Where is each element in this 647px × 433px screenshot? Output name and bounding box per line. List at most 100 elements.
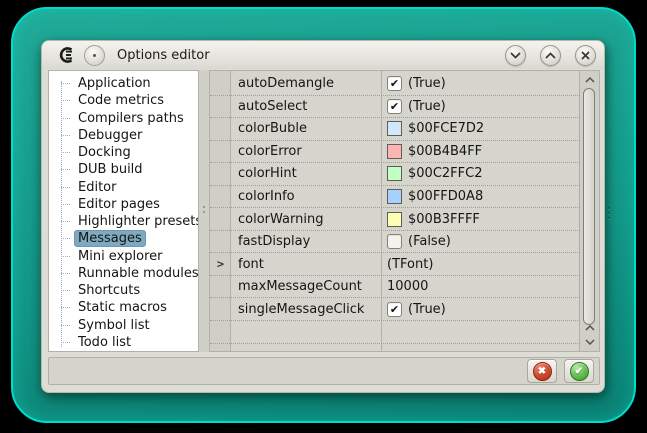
sidebar-item-label: Compilers paths xyxy=(74,110,188,127)
property-value: $00FCE7D2 xyxy=(381,118,580,140)
sidebar-item-dub-build[interactable]: DUB build xyxy=(61,161,198,178)
property-row-colorBuble[interactable]: colorBuble$00FCE7D2 xyxy=(210,118,580,141)
color-swatch[interactable] xyxy=(387,212,402,227)
chevron-up-icon xyxy=(585,77,595,83)
row-gutter xyxy=(210,141,231,163)
checkbox-checked[interactable]: ✔ xyxy=(387,76,402,91)
sidebar-item-compilers-paths[interactable]: Compilers paths xyxy=(61,110,198,127)
panel-splitter[interactable] xyxy=(199,70,209,352)
property-value: $00FFD0A8 xyxy=(381,186,580,208)
sidebar-item-label: Static macros xyxy=(74,299,171,316)
categories-panel: ApplicationCode metricsCompilers pathsDe… xyxy=(48,70,199,352)
color-swatch[interactable] xyxy=(387,144,402,159)
row-gutter xyxy=(210,231,231,253)
sidebar-item-label: Debugger xyxy=(74,127,146,144)
property-value-text: (False) xyxy=(408,234,451,249)
close-button[interactable] xyxy=(575,45,596,66)
options-tree: ApplicationCode metricsCompilers pathsDe… xyxy=(61,75,198,351)
sidebar-item-label: Editor xyxy=(74,179,120,196)
sidebar-item-todo-list[interactable]: Todo list xyxy=(61,334,198,351)
sidebar-item-editor[interactable]: Editor xyxy=(61,179,198,196)
sidebar-item-mini-explorer[interactable]: Mini explorer xyxy=(61,248,198,265)
property-value: ✔ (True) xyxy=(381,73,580,95)
color-swatch[interactable] xyxy=(387,166,402,181)
property-value-text: $00B3FFFF xyxy=(408,212,480,227)
property-value-text: (TFont) xyxy=(387,257,433,272)
chevron-up-icon xyxy=(585,325,595,331)
frame-resize-grip[interactable] xyxy=(608,207,610,219)
property-row-fastDisplay[interactable]: fastDisplay(False) xyxy=(210,231,580,254)
property-name: maxMessageCount xyxy=(231,276,381,298)
titlebar[interactable]: Options editor xyxy=(42,41,604,69)
close-x-icon xyxy=(581,51,590,60)
checkbox-unchecked[interactable] xyxy=(387,234,402,249)
property-row-maxMessageCount[interactable]: maxMessageCount 10000 xyxy=(210,276,580,299)
maximize-button[interactable] xyxy=(540,45,561,66)
checkbox-checked[interactable]: ✔ xyxy=(387,302,402,317)
ok-check-icon: ✔ xyxy=(570,362,589,381)
options-editor-window: Options editor ApplicationCode metricsCo… xyxy=(41,40,605,393)
tree-branch-line xyxy=(61,204,70,205)
sidebar-item-messages[interactable]: Messages xyxy=(61,230,198,247)
sidebar-item-highlighter-presets[interactable]: Highlighter presets xyxy=(61,213,198,230)
property-value-text: (True) xyxy=(408,76,446,91)
sidebar-item-debugger[interactable]: Debugger xyxy=(61,127,198,144)
property-value-text: 10000 xyxy=(387,279,428,294)
property-row-font[interactable]: >font (TFont) xyxy=(210,253,580,276)
property-name: colorError xyxy=(231,141,381,163)
property-row-colorError[interactable]: colorError$00B4B4FF xyxy=(210,141,580,164)
property-name: font xyxy=(231,253,381,275)
property-row-colorHint[interactable]: colorHint$00C2FFC2 xyxy=(210,163,580,186)
sidebar-item-shortcuts[interactable]: Shortcuts xyxy=(61,282,198,299)
scroll-up-button-bottom[interactable] xyxy=(580,322,599,334)
tree-branch-line xyxy=(61,256,70,257)
sidebar-item-code-metrics[interactable]: Code metrics xyxy=(61,92,198,109)
window-frame: Options editor ApplicationCode metricsCo… xyxy=(11,7,636,423)
menu-dot-icon xyxy=(93,54,96,57)
row-gutter xyxy=(210,186,231,208)
sidebar-item-label: Runnable modules xyxy=(74,265,199,282)
property-row-colorWarning[interactable]: colorWarning $00B3FFFF xyxy=(210,208,580,231)
tree-branch-line xyxy=(61,238,70,239)
scrollbar-thumb[interactable] xyxy=(583,88,595,325)
scroll-down-button[interactable] xyxy=(580,336,599,348)
sidebar-item-static-macros[interactable]: Static macros xyxy=(61,299,198,316)
property-row-singleMessageClick[interactable]: singleMessageClick ✔ (True) xyxy=(210,298,580,321)
property-value-text: $00C2FFC2 xyxy=(408,166,482,181)
property-name: singleMessageClick xyxy=(231,298,381,320)
property-row-autoDemangle[interactable]: autoDemangle✔(True) xyxy=(210,73,580,96)
property-name: colorWarning xyxy=(231,208,381,230)
property-value: ✔ (True) xyxy=(381,298,580,320)
color-swatch[interactable] xyxy=(387,189,402,204)
tree-branch-line xyxy=(61,152,70,153)
sidebar-item-label: Application xyxy=(74,75,155,92)
grid-scrollbar[interactable] xyxy=(579,71,599,351)
scroll-up-button[interactable] xyxy=(580,74,599,86)
minimize-button[interactable] xyxy=(505,45,526,66)
cancel-button[interactable]: ✖ xyxy=(527,359,557,383)
sidebar-item-symbol-list[interactable]: Symbol list xyxy=(61,317,198,334)
property-value: ✔(True) xyxy=(381,96,580,118)
sidebar-item-editor-pages[interactable]: Editor pages xyxy=(61,196,198,213)
row-gutter: > xyxy=(210,253,231,275)
sidebar-item-label: Mini explorer xyxy=(74,248,167,265)
app-logo-icon xyxy=(58,46,76,64)
sidebar-item-application[interactable]: Application xyxy=(61,75,198,92)
property-value: $00C2FFC2 xyxy=(381,163,580,185)
tree-branch-line xyxy=(61,100,70,101)
property-value-text: (True) xyxy=(408,302,446,317)
sidebar-item-runnable-modules[interactable]: Runnable modules xyxy=(61,265,198,282)
window-menu-button[interactable] xyxy=(84,45,105,66)
ok-button[interactable]: ✔ xyxy=(564,359,594,383)
property-value: $00B4B4FF xyxy=(381,141,580,163)
property-row-autoSelect[interactable]: autoSelect✔(True) xyxy=(210,96,580,119)
color-swatch[interactable] xyxy=(387,121,402,136)
property-value: (False) xyxy=(381,231,580,253)
sidebar-item-label: Code metrics xyxy=(74,92,168,109)
property-name: colorInfo xyxy=(231,186,381,208)
checkbox-checked[interactable]: ✔ xyxy=(387,99,402,114)
property-row-colorInfo[interactable]: colorInfo$00FFD0A8 xyxy=(210,186,580,209)
property-row-empty xyxy=(210,344,580,352)
tree-branch-line xyxy=(61,273,70,274)
sidebar-item-docking[interactable]: Docking xyxy=(61,144,198,161)
